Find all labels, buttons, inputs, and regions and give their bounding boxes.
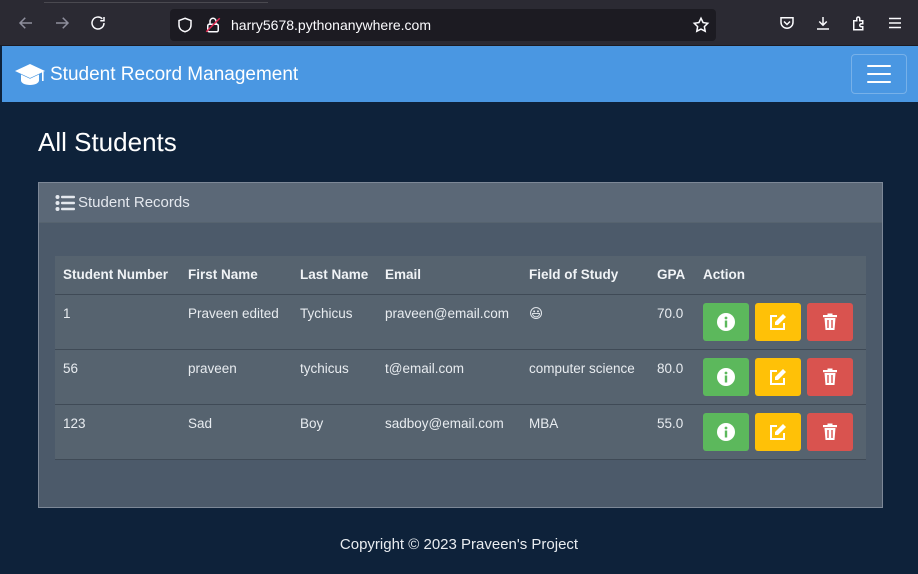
- hamburger-line: [867, 65, 891, 67]
- table-header-row: Student Number First Name Last Name Emai…: [55, 256, 866, 295]
- gpa-cell: 80.0: [649, 349, 695, 405]
- edit-button[interactable]: [755, 357, 801, 396]
- table-row: 123 Sad Boy sadboy@email.com MBA 55.0: [55, 404, 866, 460]
- tab-strip: [44, 0, 268, 3]
- footer-copyright: Copyright © 2023 Praveen's Project: [339, 536, 579, 553]
- view-button[interactable]: [703, 357, 749, 396]
- delete-button[interactable]: [807, 357, 853, 396]
- forward-button[interactable]: [50, 11, 74, 35]
- app-navbar: Student Record Management: [2, 46, 918, 102]
- edit-button[interactable]: [755, 302, 801, 341]
- brand-link[interactable]: Student Record Management: [14, 62, 298, 88]
- navbar-toggle-button[interactable]: [851, 54, 907, 94]
- list-icon: [55, 194, 75, 211]
- page-title: All Students: [38, 127, 177, 157]
- insecure-lock-icon[interactable]: [204, 16, 222, 34]
- column-header: First Name: [180, 256, 292, 295]
- gpa-cell: 55.0: [649, 404, 695, 460]
- column-header: Email: [377, 256, 521, 295]
- trash-icon: [823, 313, 837, 330]
- table-row: 56 praveen tychicus t@email.com computer…: [55, 349, 866, 405]
- delete-button[interactable]: [807, 302, 853, 341]
- email-cell: sadboy@email.com: [377, 404, 521, 460]
- pocket-icon[interactable]: [778, 14, 796, 32]
- student-number-cell: 123: [55, 404, 180, 460]
- shield-icon[interactable]: [176, 16, 194, 34]
- edit-icon: [770, 423, 786, 440]
- action-cell: [695, 404, 866, 460]
- column-header: Action: [695, 256, 866, 295]
- hamburger-line: [867, 73, 891, 75]
- student-number-cell: 1: [55, 294, 180, 350]
- hamburger-line: [867, 81, 891, 83]
- column-header: Last Name: [292, 256, 377, 295]
- edit-icon: [770, 368, 786, 385]
- last-name-cell: Tychicus: [292, 294, 377, 350]
- last-name-cell: Boy: [292, 404, 377, 460]
- first-name-cell: Sad: [180, 404, 292, 460]
- extensions-icon[interactable]: [850, 14, 868, 32]
- field-of-study-cell: computer science: [521, 349, 649, 405]
- card-header: Student Records: [39, 183, 882, 223]
- student-number-cell: 56: [55, 349, 180, 405]
- first-name-cell: Praveen edited: [180, 294, 292, 350]
- bookmark-star-icon[interactable]: [692, 16, 710, 34]
- trash-icon: [823, 368, 837, 385]
- browser-toolbar: harry5678.pythonanywhere.com: [0, 0, 918, 46]
- info-icon: [717, 312, 735, 331]
- edit-icon: [770, 313, 786, 330]
- card-header-title: Student Records: [78, 194, 190, 211]
- gpa-cell: 70.0: [649, 294, 695, 350]
- trash-icon: [823, 423, 837, 440]
- reload-button[interactable]: [86, 11, 110, 35]
- students-table: Student Number First Name Last Name Emai…: [55, 256, 866, 460]
- info-icon: [717, 367, 735, 386]
- brand-text[interactable]: Student Record Management: [50, 64, 298, 86]
- field-of-study-cell: MBA: [521, 404, 649, 460]
- first-name-cell: praveen: [180, 349, 292, 405]
- downloads-icon[interactable]: [814, 14, 832, 32]
- address-bar[interactable]: harry5678.pythonanywhere.com: [170, 9, 716, 41]
- graduation-cap-icon: [15, 64, 45, 85]
- menu-icon[interactable]: [886, 14, 904, 32]
- email-cell: t@email.com: [377, 349, 521, 405]
- table-row: 1 Praveen edited Tychicus praveen@email.…: [55, 294, 866, 350]
- back-button[interactable]: [14, 11, 38, 35]
- email-cell: praveen@email.com: [377, 294, 521, 350]
- action-cell: [695, 294, 866, 350]
- column-header: GPA: [649, 256, 695, 295]
- view-button[interactable]: [703, 302, 749, 341]
- column-header: Student Number: [55, 256, 180, 295]
- edit-button[interactable]: [755, 412, 801, 451]
- info-icon: [717, 422, 735, 441]
- student-records-card: Student Records Student Number First Nam…: [38, 182, 883, 508]
- view-button[interactable]: [703, 412, 749, 451]
- delete-button[interactable]: [807, 412, 853, 451]
- field-of-study-cell: 😃: [521, 294, 649, 350]
- action-cell: [695, 349, 866, 405]
- last-name-cell: tychicus: [292, 349, 377, 405]
- column-header: Field of Study: [521, 256, 649, 295]
- url-text[interactable]: harry5678.pythonanywhere.com: [231, 17, 431, 33]
